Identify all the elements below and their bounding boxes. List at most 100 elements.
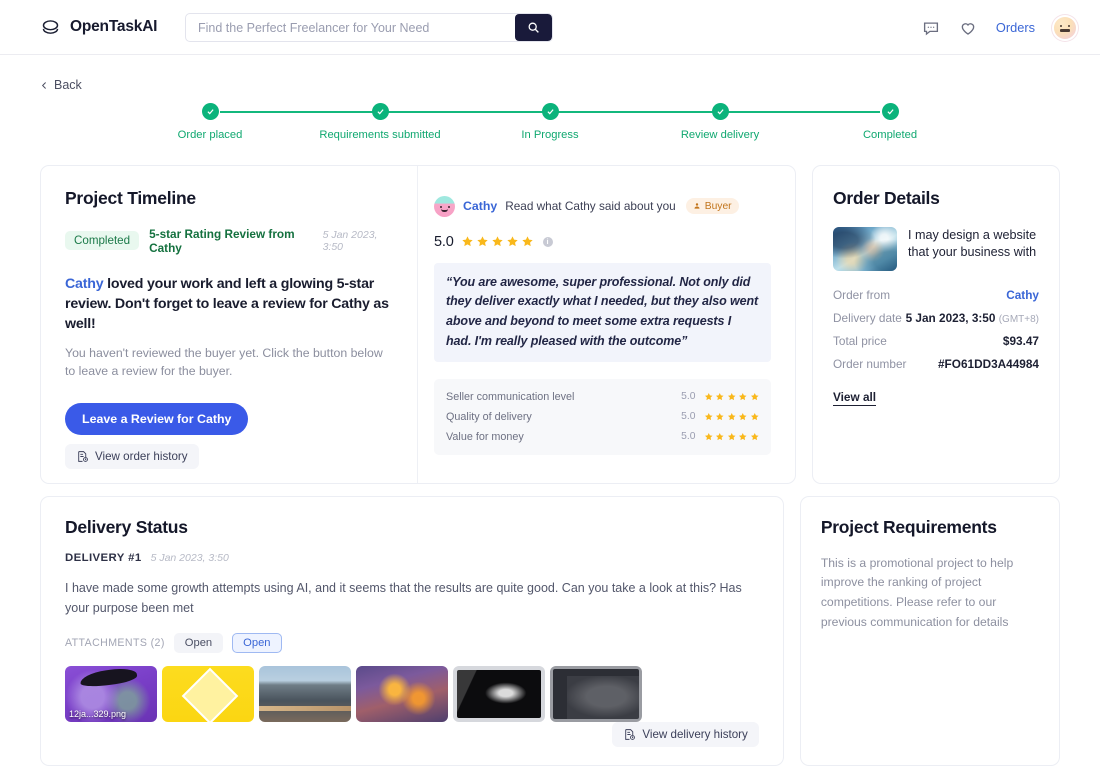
view-delivery-history-button[interactable]: View delivery history: [612, 721, 759, 747]
row-value: $93.47: [1002, 333, 1039, 348]
order-item-name: I may design a website that your busines…: [908, 227, 1037, 260]
step-label: In Progress: [521, 128, 579, 141]
star-icon: [704, 432, 713, 440]
project-requirements-title: Project Requirements: [820, 516, 997, 537]
project-timeline-card: Project Timeline Completed 5-star Rating…: [40, 164, 796, 484]
order-details-card: Order Details I may design a website tha…: [812, 164, 1060, 484]
check-icon: [716, 108, 724, 114]
timeline-headline-name: Cathy: [65, 275, 104, 292]
search-bar[interactable]: [185, 13, 553, 42]
role-badge-label: Buyer: [704, 200, 732, 212]
step-dot: [371, 102, 389, 120]
timeline-left-pane: Project Timeline Completed 5-star Rating…: [41, 165, 419, 483]
subrating-label: Seller communication level: [446, 390, 575, 403]
star-icon: [727, 392, 736, 400]
star-icon: [727, 412, 736, 420]
attachment-thumb-1[interactable]: 12ja...329.png: [65, 665, 157, 722]
reviewer-name[interactable]: Cathy: [463, 199, 497, 213]
stack-logo-icon: [42, 19, 59, 34]
info-icon[interactable]: i: [542, 236, 553, 247]
delivery-message: I have made some growth attempts using A…: [65, 580, 742, 615]
timeline-headline: Cathy loved your work and left a glowing…: [65, 274, 393, 334]
reviewer-avatar[interactable]: [434, 195, 456, 217]
order-row-total-price: Total price $93.47: [833, 334, 1039, 357]
subrating-stars: [704, 412, 760, 422]
row-value-text: 5 Jan 2023, 3:50: [905, 310, 996, 325]
attachment-thumb-3[interactable]: [259, 665, 351, 722]
subrating-row: Quality of delivery 5.0: [446, 407, 759, 427]
row-value[interactable]: Cathy: [1006, 288, 1039, 302]
star-icon: [521, 236, 533, 247]
search-icon: [528, 22, 539, 33]
subrating-value: 5.0: [681, 431, 696, 442]
step-label: Review delivery: [680, 128, 760, 141]
heart-icon[interactable]: [959, 19, 977, 37]
step-label: Completed: [862, 128, 918, 141]
delivery-meta: DELIVERY #1 5 Jan 2023, 3:50: [65, 552, 759, 564]
attachments-label: ATTACHMENTS (2): [65, 636, 165, 649]
attachments-row: ATTACHMENTS (2) Open Open: [65, 632, 759, 653]
row-key: Order number: [833, 356, 907, 371]
star-icon: [715, 412, 724, 420]
chat-bubble-icon[interactable]: [922, 19, 940, 37]
order-details-title: Order Details: [833, 187, 940, 208]
star-icon: [750, 412, 759, 420]
timeline-meta: Completed 5-star Rating Review from Cath…: [65, 227, 393, 255]
timeline-timestamp: 5 Jan 2023, 3:50: [322, 228, 378, 253]
rating-score: 5.0: [434, 233, 454, 250]
rating-stars: [461, 235, 534, 248]
step-dot: [881, 102, 899, 120]
subrating-label: Value for money: [446, 430, 524, 443]
star-icon: [704, 392, 713, 400]
attachment-open-chip-1[interactable]: Open: [173, 632, 224, 653]
subrating-stars: [704, 432, 760, 442]
order-item[interactable]: I may design a website that your busines…: [833, 226, 1039, 271]
timeline-footer: View order history: [65, 443, 393, 469]
project-requirements-text: This is a promotional project to help im…: [820, 555, 1014, 629]
subrating-label: Quality of delivery: [446, 410, 532, 423]
star-icon: [715, 392, 724, 400]
orders-link[interactable]: Orders: [996, 20, 1035, 35]
attachment-thumb-5[interactable]: [453, 665, 545, 722]
back-button[interactable]: Back: [40, 78, 82, 92]
check-icon: [886, 108, 894, 114]
document-history-icon: [625, 728, 636, 740]
delivery-timestamp: 5 Jan 2023, 3:50: [150, 551, 229, 564]
attachment-thumb-2[interactable]: [162, 665, 254, 722]
attachment-open-chip-2[interactable]: Open: [232, 632, 282, 653]
timeline-subject: 5-star Rating Review from Cathy: [149, 226, 295, 255]
attachment-thumb-4[interactable]: [356, 665, 448, 722]
star-icon: [738, 392, 747, 400]
order-thumbnail[interactable]: [833, 226, 897, 271]
delivery-footer: View delivery history: [65, 721, 759, 747]
view-order-history-button[interactable]: View order history: [65, 443, 199, 469]
order-row-order-number: Order number #FO61DD3A44984: [833, 357, 1039, 380]
person-icon: [694, 203, 700, 209]
avatar[interactable]: [1054, 16, 1076, 39]
delivery-number: DELIVERY #1: [65, 551, 142, 564]
step-label: Requirements submitted: [319, 128, 441, 141]
search-input[interactable]: [186, 14, 515, 41]
star-icon: [506, 236, 518, 247]
star-icon: [738, 432, 747, 440]
star-icon: [715, 432, 724, 440]
leave-review-button[interactable]: Leave a Review for Cathy: [65, 402, 249, 435]
view-all-link[interactable]: View all: [833, 390, 877, 406]
attachment-thumb-6[interactable]: [550, 665, 642, 722]
star-icon: [738, 412, 747, 420]
page-body: Back Order placed Requirements submitted: [0, 55, 1100, 766]
brand[interactable]: OpenTaskAI: [40, 17, 157, 38]
star-icon: [491, 236, 503, 247]
document-history-icon: [78, 450, 88, 462]
reviewer-caption: Read what Cathy said about you: [505, 199, 676, 213]
order-row-delivery-date: Delivery date 5 Jan 2023, 3:50 (GMT+8): [833, 311, 1039, 334]
row-key: Delivery date: [833, 310, 902, 325]
stepper-track: Order placed Requirements submitted In P…: [178, 102, 917, 141]
search-button[interactable]: [515, 14, 552, 41]
check-icon: [546, 108, 554, 114]
step-dot: [711, 102, 729, 120]
status-badge: Completed: [65, 231, 140, 250]
row-value: 5 Jan 2023, 3:50 (GMT+8): [906, 311, 1039, 325]
order-detail-rows: Order from Cathy Delivery date 5 Jan 202…: [833, 288, 1039, 380]
star-icon: [461, 236, 473, 247]
